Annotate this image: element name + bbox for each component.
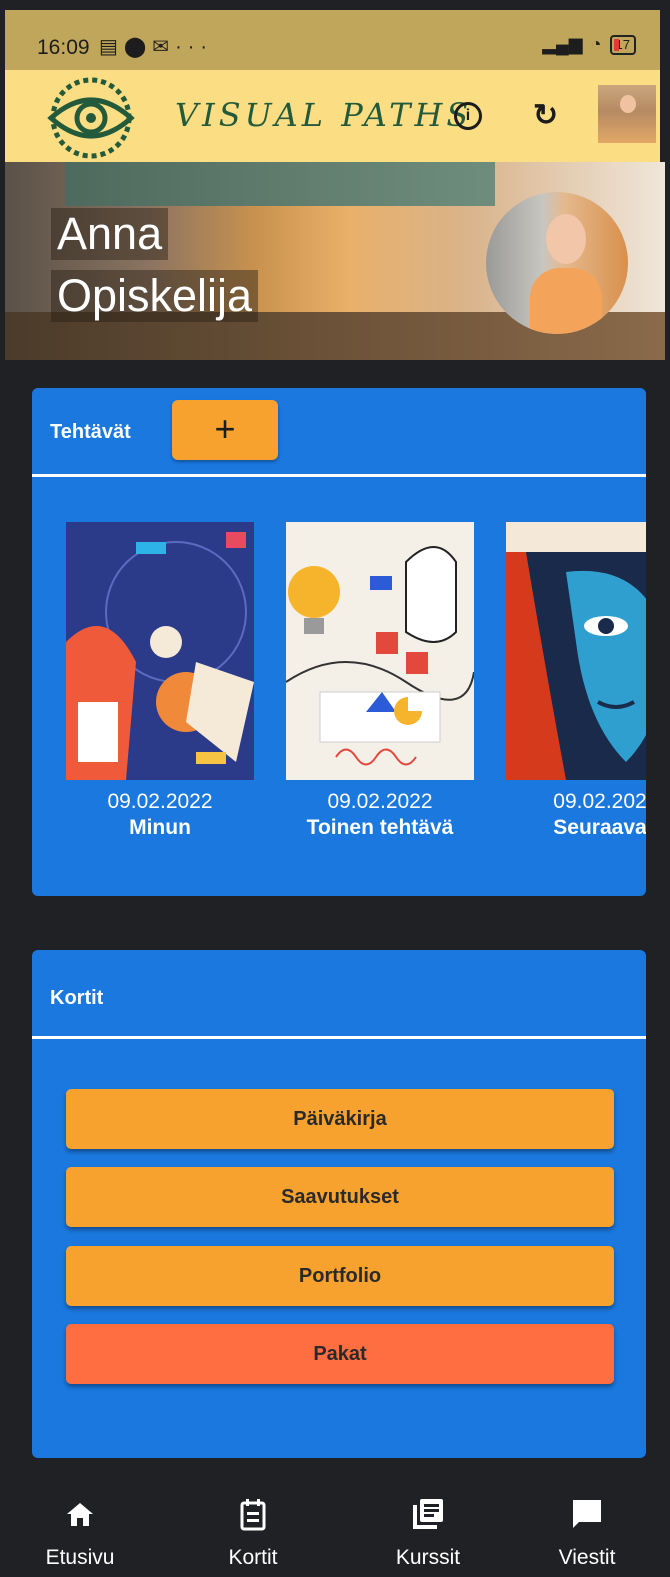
user-first-name: Anna bbox=[51, 208, 169, 260]
profile-avatar bbox=[486, 192, 628, 334]
news-icon: ▤ bbox=[99, 36, 124, 58]
decks-button[interactable]: Pakat bbox=[66, 1324, 614, 1384]
tasks-title: Tehtävät bbox=[50, 421, 131, 443]
divider bbox=[32, 474, 646, 477]
nav-label: Viestit bbox=[558, 1546, 616, 1569]
nav-label: Etusivu bbox=[45, 1546, 115, 1569]
notification-icons: ▤⬤✉··· bbox=[99, 34, 213, 59]
wifi-icon: ◔ bbox=[590, 34, 602, 54]
task-name: Seuraava bbox=[553, 816, 646, 839]
cards-title: Kortit bbox=[50, 987, 104, 1009]
nav-item-viestit[interactable]: Viestit bbox=[522, 1496, 652, 1570]
calendar-icon bbox=[188, 1496, 318, 1532]
info-button[interactable]: i bbox=[454, 102, 482, 130]
more-icon: ··· bbox=[175, 36, 214, 58]
cards-card: Kortit Päiväkirja Saavutukset Portfolio … bbox=[32, 950, 646, 1458]
task-date: 09.02.202 bbox=[553, 790, 646, 813]
task-date: 09.02.2022 bbox=[107, 790, 213, 813]
task-thumbnail bbox=[286, 522, 474, 780]
app-bar: VISUAL PATHS i ↻ bbox=[5, 70, 660, 162]
task-thumbnail bbox=[66, 522, 254, 780]
chat-icon bbox=[522, 1496, 652, 1532]
eye-logo-icon bbox=[47, 77, 135, 159]
bottom-navigation: Etusivu Kortit Kurssit Viestit bbox=[5, 1478, 665, 1577]
profile-avatar-button[interactable] bbox=[598, 85, 656, 143]
battery-icon: 17 bbox=[609, 34, 636, 55]
status-time: 16:09 bbox=[37, 36, 90, 59]
add-task-button[interactable]: + bbox=[172, 400, 278, 460]
task-item[interactable]: 09.02.2022 Toinen tehtävä bbox=[286, 522, 474, 842]
mail-icon: ✉ bbox=[152, 36, 176, 58]
nav-item-etusivu[interactable]: Etusivu bbox=[15, 1496, 145, 1570]
task-thumbnail bbox=[506, 522, 646, 780]
info-icon: i bbox=[465, 107, 471, 124]
task-name: Minun bbox=[129, 816, 191, 839]
nav-item-kurssit[interactable]: Kurssit bbox=[363, 1496, 493, 1570]
signal-icon: ▂▄▆ bbox=[542, 34, 583, 54]
tasks-card: Tehtävät + 09.02.2022 Minun 09.02.2022 T… bbox=[32, 388, 646, 896]
task-date: 09.02.2022 bbox=[327, 790, 433, 813]
library-icon bbox=[363, 1496, 493, 1532]
nav-item-kortit[interactable]: Kortit bbox=[188, 1496, 318, 1570]
home-icon bbox=[15, 1496, 145, 1532]
achievements-button[interactable]: Saavutukset bbox=[66, 1167, 614, 1227]
refresh-button[interactable]: ↻ bbox=[533, 98, 558, 133]
portfolio-button[interactable]: Portfolio bbox=[66, 1246, 614, 1306]
divider bbox=[32, 1036, 646, 1039]
profile-hero: Anna Opiskelija bbox=[5, 162, 665, 360]
nav-label: Kortit bbox=[228, 1546, 278, 1569]
system-icons: ▂▄▆ ◔ 17 bbox=[542, 34, 636, 55]
hero-background bbox=[65, 162, 495, 206]
task-item[interactable]: 09.02.202 Seuraava bbox=[506, 522, 646, 842]
nav-label: Kurssit bbox=[395, 1546, 461, 1569]
task-name: Toinen tehtävä bbox=[306, 816, 454, 839]
location-icon: ⬤ bbox=[123, 36, 153, 58]
user-last-name: Opiskelija bbox=[51, 270, 259, 322]
refresh-icon: ↻ bbox=[533, 99, 559, 132]
status-bar: 16:09 ▤⬤✉··· ▂▄▆ ◔ 17 bbox=[5, 10, 660, 70]
task-item[interactable]: 09.02.2022 Minun bbox=[66, 522, 254, 842]
battery-level: 17 bbox=[615, 36, 630, 52]
diary-button[interactable]: Päiväkirja bbox=[66, 1089, 614, 1149]
plus-icon: + bbox=[214, 408, 236, 449]
app-title: VISUAL PATHS bbox=[175, 96, 473, 134]
